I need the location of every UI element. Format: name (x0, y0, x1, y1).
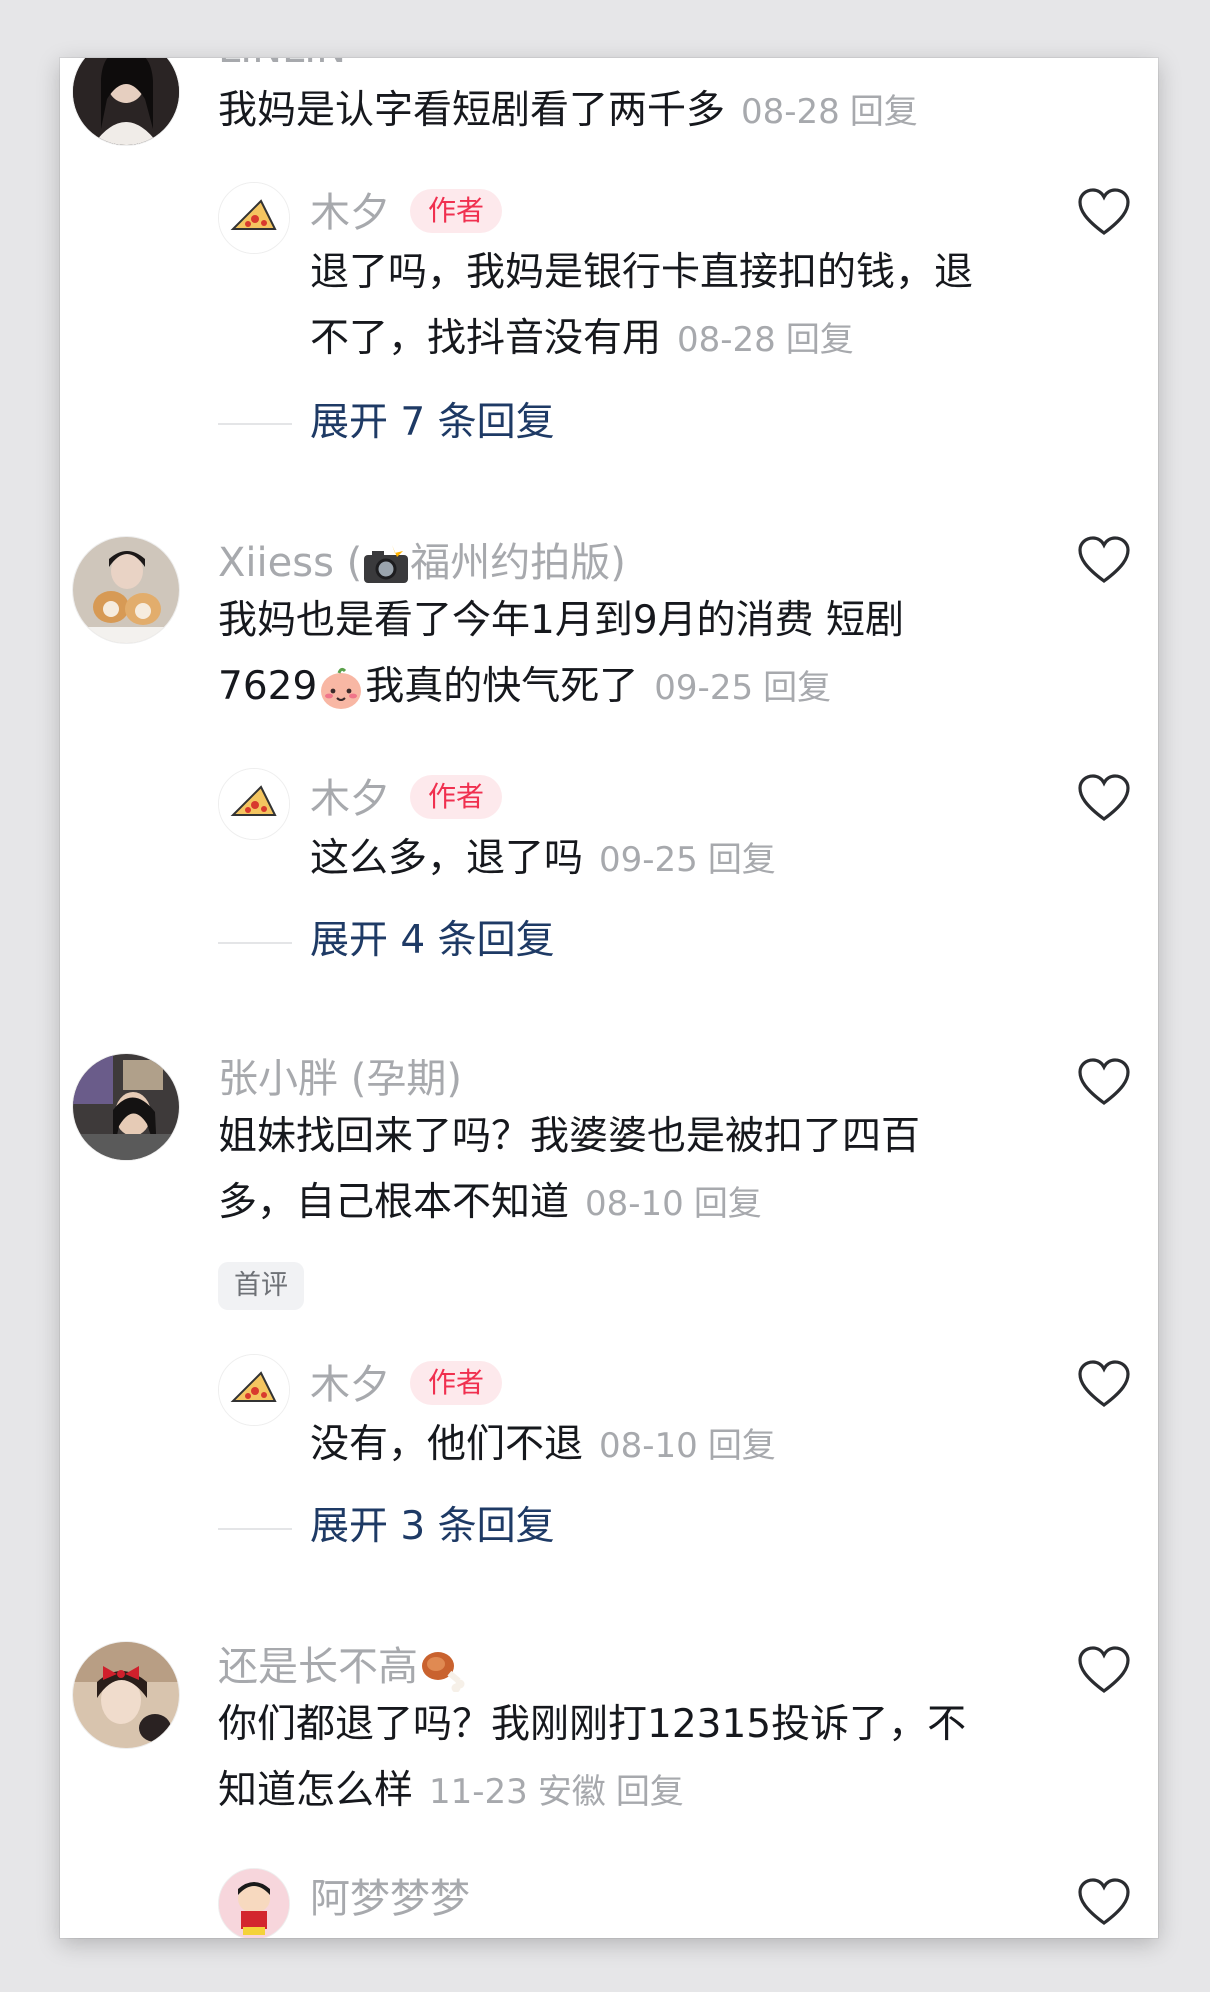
comment-text: 多，自己根本不知道 08-10 回复 (218, 1180, 762, 1225)
reply-text: 不了，找抖音没有用 08-28 回复 (310, 316, 854, 361)
comment-text: 7629 我真的快气死了 09-25 回复 (218, 654, 831, 721)
avatar[interactable] (218, 182, 290, 254)
reply-button[interactable]: 回复 (616, 1772, 684, 1812)
author-badge: 作者 (410, 1361, 503, 1405)
heart-outline-icon[interactable] (1077, 1360, 1131, 1410)
comment-text: 我妈是认字看短剧看了两千多 08-28 回复 (218, 78, 918, 145)
reply-author[interactable]: 阿梦梦梦 (310, 1874, 470, 1924)
meat-on-bone-emoji (422, 1652, 465, 1692)
comment-text: 你们都退了吗？我刚刚打12315投诉了，不 (218, 1702, 967, 1747)
chevron-down-icon[interactable] (1087, 58, 1127, 64)
comment-meta: 08-10 回复 (599, 1426, 776, 1466)
reply-button[interactable]: 回复 (786, 320, 854, 360)
comment-text: 我妈也是看了今年1月到9月的消费 短剧 (218, 598, 905, 643)
avatar[interactable] (218, 1868, 290, 1938)
expand-replies-button[interactable]: 展开 7 条回复 (310, 398, 555, 448)
heart-outline-icon[interactable] (1077, 188, 1131, 238)
reply-author[interactable]: 木夕 作者 (310, 1360, 503, 1410)
comment-meta: 11-23 安徽 回复 (429, 1772, 684, 1812)
comment-meta: 08-28 回复 (741, 92, 918, 132)
avatar[interactable] (72, 58, 180, 146)
divider (218, 942, 292, 944)
avatar[interactable] (218, 768, 290, 840)
camera-flash-emoji (364, 545, 409, 583)
divider (218, 1528, 292, 1530)
heart-outline-icon[interactable] (1077, 1058, 1131, 1108)
comment-meta: 08-10 回复 (585, 1184, 762, 1224)
location: 安徽 (537, 1772, 606, 1812)
heart-outline-icon[interactable] (1077, 1646, 1131, 1696)
reply-author[interactable]: 木夕 作者 (310, 188, 503, 238)
reply-button[interactable]: 回复 (850, 92, 918, 132)
reply-text: 没有，他们不退 08-10 回复 (310, 1422, 776, 1467)
expand-replies-button[interactable]: 展开 4 条回复 (310, 916, 555, 966)
comment-text: 姐妹找回来了吗？我婆婆也是被扣了四百 (218, 1114, 921, 1159)
username[interactable]: Xiiess ( 福州约拍版) (218, 538, 626, 588)
reply-button[interactable]: 回复 (763, 668, 831, 708)
author-badge: 作者 (410, 775, 503, 819)
reply-button[interactable]: 回复 (694, 1184, 762, 1224)
comment-panel: LINLIN 我妈是认字看短剧看了两千多 08-28回复 木夕作者 退了吗，我妈是… (60, 58, 1158, 1938)
comment-text: 知道怎么样 11-23 安徽 回复 (218, 1768, 684, 1813)
avatar[interactable] (218, 1354, 290, 1426)
expand-replies-button[interactable]: 展开 3 条回复 (310, 1502, 555, 1552)
comment-meta: 09-25 回复 (599, 840, 776, 880)
blushing-face-emoji (321, 667, 362, 709)
heart-outline-icon[interactable] (1077, 1878, 1131, 1928)
author-badge: 作者 (410, 189, 503, 233)
comment-meta: 08-28 回复 (677, 320, 854, 360)
heart-outline-icon[interactable] (1077, 774, 1131, 824)
reply-author[interactable]: 木夕 作者 (310, 774, 503, 824)
comment-meta: 09-25 回复 (654, 668, 832, 708)
comment-body: 我妈是认字看短剧看了两千多 (218, 88, 726, 133)
avatar[interactable] (72, 1641, 180, 1749)
username[interactable]: LINLIN (218, 58, 346, 74)
heart-outline-icon[interactable] (1077, 536, 1131, 586)
avatar[interactable] (72, 1053, 180, 1161)
divider (218, 423, 292, 425)
first-comment-tag: 首评 (218, 1262, 304, 1310)
reply-button[interactable]: 回复 (708, 1426, 776, 1466)
username[interactable]: 张小胖 (孕期) (218, 1054, 462, 1104)
username[interactable]: 还是长不高 (218, 1642, 468, 1692)
reply-button[interactable]: 回复 (708, 840, 776, 880)
avatar[interactable] (72, 536, 180, 644)
reply-text: 这么多，退了吗 09-25 回复 (310, 836, 776, 881)
reply-text: 退了吗，我妈是银行卡直接扣的钱，退 (310, 250, 974, 295)
